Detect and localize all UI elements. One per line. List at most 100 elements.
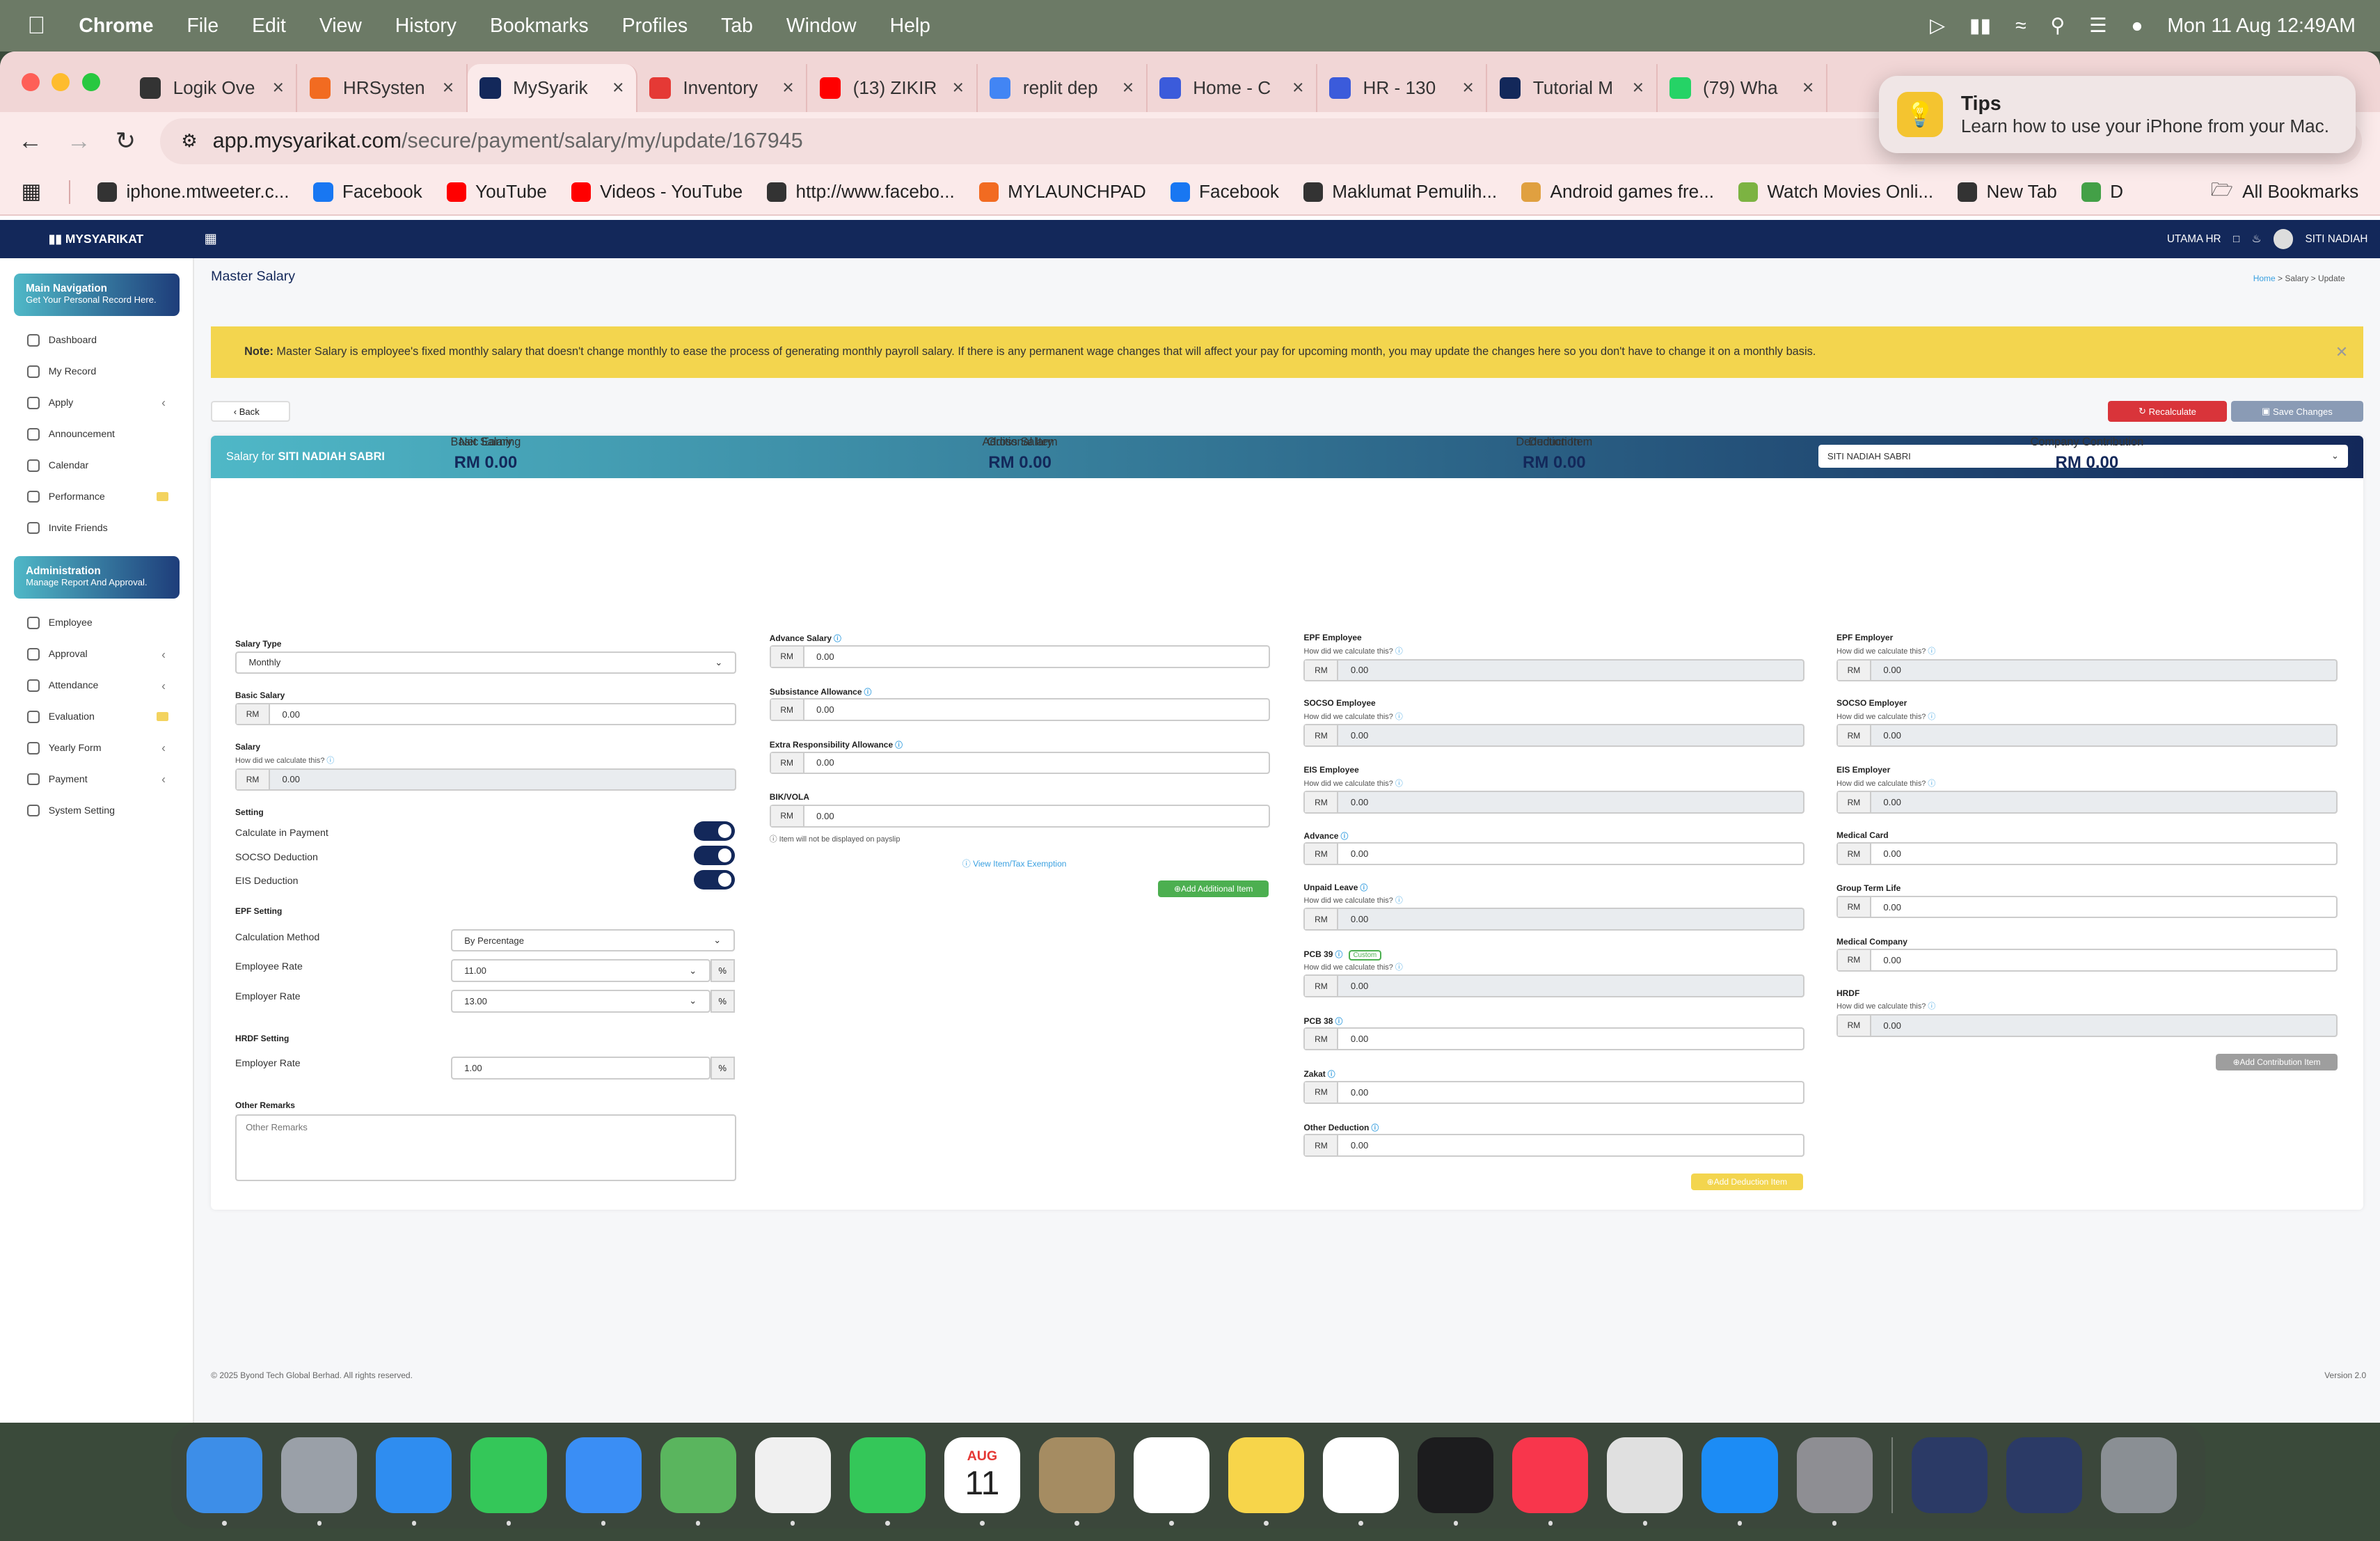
close-window-button[interactable] bbox=[21, 72, 40, 91]
bookmark-2[interactable]: YouTube bbox=[446, 181, 547, 203]
app-menu[interactable]: Chrome bbox=[79, 15, 153, 38]
sidebar-item-employee[interactable]: Employee bbox=[0, 608, 193, 639]
control-center-icon[interactable]: ☰ bbox=[2089, 14, 2107, 38]
close-icon[interactable]: ✕ bbox=[2335, 343, 2348, 361]
close-tab-icon[interactable]: × bbox=[443, 77, 454, 100]
reload-icon[interactable]: ↻ bbox=[116, 127, 136, 155]
view-item-link[interactable]: ⓘ View Item/Tax Exemption bbox=[962, 858, 1067, 869]
toggle-switch[interactable] bbox=[693, 845, 735, 866]
tv-icon[interactable] bbox=[1418, 1437, 1494, 1526]
save-changes-button[interactable]: ▣ Save Changes bbox=[2231, 400, 2363, 422]
launchpad-icon[interactable] bbox=[281, 1437, 358, 1526]
maps-icon[interactable] bbox=[660, 1437, 736, 1526]
add-additional-item-button[interactable]: ⊕ Add Additional Item bbox=[1158, 880, 1269, 897]
recalculate-button[interactable]: ↻ Recalculate bbox=[2108, 400, 2227, 422]
deduction-item-input[interactable]: RM 0.00 bbox=[1303, 1080, 1805, 1104]
tab-3[interactable]: Inventory × bbox=[637, 63, 808, 113]
sidebar-item-apply[interactable]: Apply ‹ bbox=[0, 388, 193, 419]
forward-arrow-icon[interactable]: → bbox=[67, 127, 91, 155]
toggle-switch[interactable] bbox=[693, 821, 735, 841]
avatar[interactable] bbox=[2273, 229, 2294, 249]
tab-5[interactable]: replit dep × bbox=[978, 63, 1148, 113]
trash-icon[interactable] bbox=[2101, 1437, 2177, 1514]
messages-icon[interactable] bbox=[470, 1437, 547, 1526]
chrome-icon[interactable] bbox=[1607, 1437, 1683, 1526]
tab-4[interactable]: (13) ZIKIR × bbox=[807, 63, 978, 113]
calc-hint[interactable]: How did we calculate this? ⓘ bbox=[1836, 645, 1935, 656]
close-tab-icon[interactable]: × bbox=[1633, 77, 1644, 100]
contribution-item-input[interactable]: RM 0.00 bbox=[1836, 895, 2338, 919]
deduction-item-input[interactable]: RM 0.00 bbox=[1303, 1134, 1805, 1157]
close-tab-icon[interactable]: × bbox=[1292, 77, 1304, 100]
switch-company-icon[interactable]: □ bbox=[2233, 233, 2239, 245]
calc-hint[interactable]: How did we calculate this? ⓘ bbox=[1836, 1000, 1935, 1011]
calc-hint[interactable]: How did we calculate this? ⓘ bbox=[1303, 645, 1402, 656]
add-deduction-item-button[interactable]: ⊕ Add Deduction Item bbox=[1690, 1173, 1804, 1190]
photos-icon[interactable] bbox=[754, 1437, 831, 1526]
contribution-item-input[interactable]: RM 0.00 bbox=[1836, 842, 2338, 866]
wifi-icon[interactable]: ≈ bbox=[2015, 15, 2026, 38]
bookmark-6[interactable]: Facebook bbox=[1170, 181, 1279, 203]
tab-2[interactable]: MySyarik × bbox=[467, 63, 637, 113]
tips-notification[interactable]: 💡 Tips Learn how to use your iPhone from… bbox=[1879, 76, 2356, 154]
additional-item-input[interactable]: RM 0.00 bbox=[769, 645, 1271, 668]
back-button[interactable]: ‹ Back bbox=[211, 400, 290, 422]
toggle-switch[interactable] bbox=[693, 869, 735, 890]
siri-icon[interactable]: ● bbox=[2131, 15, 2143, 38]
close-tab-icon[interactable]: × bbox=[953, 77, 965, 100]
battery-icon[interactable]: ▮▮ bbox=[1969, 14, 1991, 38]
tab-8[interactable]: Tutorial M × bbox=[1487, 63, 1658, 113]
music-icon[interactable] bbox=[1512, 1437, 1589, 1526]
finder-icon[interactable] bbox=[187, 1437, 263, 1526]
calc-hint[interactable]: How did we calculate this? ⓘ bbox=[1303, 777, 1402, 789]
menu-bookmarks[interactable]: Bookmarks bbox=[490, 15, 589, 38]
additional-item-input[interactable]: RM 0.00 bbox=[769, 698, 1271, 721]
tab-1[interactable]: HRSysten × bbox=[297, 63, 468, 113]
additional-item-input[interactable]: RM 0.00 bbox=[769, 804, 1271, 828]
hrdf-rate-input[interactable]: 1.00 bbox=[450, 1056, 711, 1080]
calc-hint[interactable]: How did we calculate this? ⓘ bbox=[1303, 961, 1402, 972]
sidebar-item-yearly-form[interactable]: Yearly Form ‹ bbox=[0, 732, 193, 764]
bookmark-3[interactable]: Videos - YouTube bbox=[571, 181, 743, 203]
contribution-item-input[interactable]: RM 0.00 bbox=[1836, 949, 2338, 972]
download-stack-icon[interactable] bbox=[1911, 1437, 1988, 1514]
tab-6[interactable]: Home - C × bbox=[1148, 63, 1318, 113]
menu-tab[interactable]: Tab bbox=[721, 15, 753, 38]
calc-hint[interactable]: How did we calculate this? ⓘ bbox=[235, 754, 334, 766]
employer-rate-select[interactable]: 13.00 ⌄ bbox=[450, 989, 711, 1013]
bell-icon[interactable]: ♨ bbox=[2252, 232, 2262, 245]
all-bookmarks[interactable]: 🗁 All Bookmarks bbox=[2211, 177, 2359, 207]
close-tab-icon[interactable]: × bbox=[1122, 77, 1134, 100]
menu-file[interactable]: File bbox=[187, 15, 219, 38]
close-tab-icon[interactable]: × bbox=[1802, 77, 1814, 100]
breadcrumb-home[interactable]: Home bbox=[2253, 274, 2276, 283]
brand-logo[interactable]: ▮▮ MYSYARIKAT bbox=[49, 232, 143, 246]
mail-icon[interactable] bbox=[565, 1437, 642, 1526]
tab-7[interactable]: HR - 130 × bbox=[1317, 63, 1488, 113]
zoom-window-button[interactable] bbox=[81, 72, 100, 91]
sidebar-item-system-setting[interactable]: System Setting bbox=[0, 795, 193, 826]
sidebar-item-calendar[interactable]: Calendar bbox=[0, 450, 193, 481]
bookmark-10[interactable]: New Tab bbox=[1958, 181, 2057, 203]
menu-profiles[interactable]: Profiles bbox=[622, 15, 688, 38]
menubar-clock[interactable]: Mon 11 Aug 12:49AM bbox=[2167, 15, 2356, 38]
bookmark-4[interactable]: http://www.facebo... bbox=[767, 181, 955, 203]
deduction-item-input[interactable]: RM 0.00 bbox=[1303, 1027, 1805, 1051]
bookmark-1[interactable]: Facebook bbox=[313, 181, 422, 203]
sidebar-item-my-record[interactable]: My Record bbox=[0, 356, 193, 388]
menu-help[interactable]: Help bbox=[890, 15, 930, 38]
company-name[interactable]: UTAMA HR bbox=[2167, 233, 2221, 245]
bookmark-8[interactable]: Android games fre... bbox=[1521, 181, 1714, 203]
calc-hint[interactable]: How did we calculate this? ⓘ bbox=[1303, 894, 1402, 906]
play-icon[interactable]: ▷ bbox=[1930, 14, 1945, 38]
menu-grid-icon[interactable]: ▦ bbox=[204, 230, 217, 247]
back-arrow-icon[interactable]: ← bbox=[18, 127, 42, 155]
facetime-icon[interactable] bbox=[849, 1437, 926, 1526]
add-contribution-item-button[interactable]: ⊕ Add Contribution Item bbox=[2216, 1053, 2338, 1070]
spotlight-icon[interactable]: ⚲ bbox=[2050, 14, 2065, 38]
calendar-icon[interactable]: AUG 11 bbox=[944, 1437, 1020, 1526]
menu-window[interactable]: Window bbox=[786, 15, 857, 38]
bookmark-7[interactable]: Maklumat Pemulih... bbox=[1303, 181, 1497, 203]
reminders-icon[interactable] bbox=[1134, 1437, 1210, 1526]
tab-9[interactable]: (79) Wha × bbox=[1658, 63, 1827, 113]
